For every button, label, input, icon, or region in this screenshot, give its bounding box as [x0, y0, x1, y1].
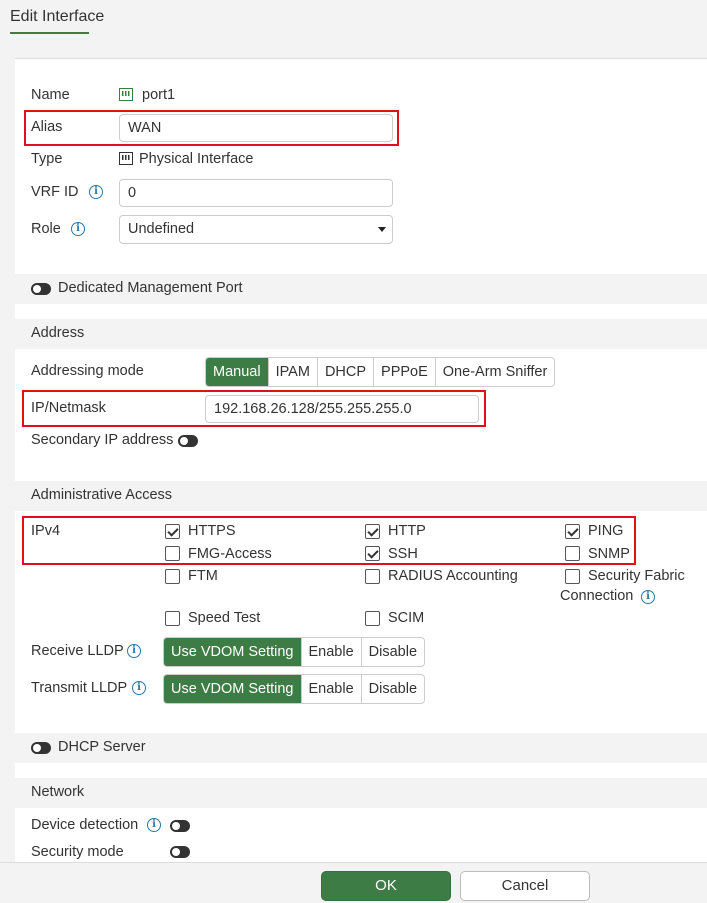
receive-lldp-label: Receive LLDP: [31, 643, 124, 659]
device-detection-toggle[interactable]: [170, 820, 190, 832]
page-title: Edit Interface: [10, 8, 105, 25]
radius-accounting-label: RADIUS Accounting: [388, 568, 518, 584]
role-select-value: Undefined: [128, 221, 195, 237]
ssh-label: SSH: [388, 546, 418, 562]
name-value: port1: [142, 87, 176, 103]
ping-label: PING: [588, 523, 624, 539]
receive-lldp-enable-button[interactable]: Enable: [300, 638, 361, 666]
type-label: Type: [31, 151, 63, 167]
dialog-header: Edit Interface: [0, 0, 707, 45]
security-fabric-checkbox[interactable]: [565, 569, 580, 584]
transmit-lldp-label: Transmit LLDP: [31, 680, 128, 696]
security-fabric-info-icon[interactable]: i: [641, 590, 655, 604]
ok-button[interactable]: OK: [321, 871, 451, 901]
mode-dhcp-button[interactable]: DHCP: [316, 358, 373, 386]
addressing-mode-selector: Manual IPAM DHCP PPPoE One-Arm Sniffer: [205, 357, 556, 387]
role-label: Role: [31, 221, 61, 237]
type-value: Physical Interface: [139, 151, 254, 167]
receive-lldp-use-vdom-button[interactable]: Use VDOM Setting: [164, 638, 301, 666]
snmp-label: SNMP: [588, 546, 630, 562]
receive-lldp-disable-button[interactable]: Disable: [360, 638, 424, 666]
fmg-access-checkbox[interactable]: [165, 546, 180, 561]
physical-interface-icon: [119, 152, 133, 165]
dhcp-server-label: DHCP Server: [58, 739, 146, 755]
scim-label: SCIM: [388, 610, 425, 626]
radius-accounting-checkbox[interactable]: [365, 569, 380, 584]
ftm-checkbox[interactable]: [165, 569, 180, 584]
dedicated-mgmt-label: Dedicated Management Port: [58, 280, 243, 296]
mode-ipam-button[interactable]: IPAM: [267, 358, 317, 386]
title-underline: [10, 32, 89, 34]
security-fabric-label-line2: Connection: [560, 588, 634, 604]
vrf-label: VRF ID: [31, 184, 79, 200]
dedicated-mgmt-toggle[interactable]: [31, 283, 51, 295]
transmit-lldp-selector: Use VDOM Setting Enable Disable: [163, 674, 426, 704]
mode-one-arm-sniffer-button[interactable]: One-Arm Sniffer: [434, 358, 554, 386]
role-select[interactable]: Undefined: [119, 215, 393, 244]
device-detection-label: Device detection: [31, 817, 139, 833]
speed-test-label: Speed Test: [188, 610, 261, 626]
ssh-checkbox[interactable]: [365, 546, 380, 561]
ftm-label: FTM: [188, 568, 218, 584]
address-section-bar: [15, 319, 707, 349]
scim-checkbox[interactable]: [365, 611, 380, 626]
transmit-lldp-enable-button[interactable]: Enable: [300, 675, 361, 703]
port-icon: [119, 88, 133, 101]
http-label: HTTP: [388, 523, 426, 539]
security-mode-toggle[interactable]: [170, 846, 190, 858]
network-section-bar: [15, 778, 707, 808]
ip-netmask-input[interactable]: 192.168.26.128/255.255.255.0: [205, 395, 479, 423]
addressing-mode-label: Addressing mode: [31, 363, 144, 379]
snmp-checkbox[interactable]: [565, 546, 580, 561]
secondary-ip-toggle[interactable]: [178, 435, 198, 447]
security-fabric-label: Security Fabric: [588, 568, 685, 584]
role-info-icon[interactable]: i: [71, 222, 85, 236]
speed-test-checkbox[interactable]: [165, 611, 180, 626]
https-checkbox[interactable]: [165, 524, 180, 539]
address-section-title: Address: [31, 325, 85, 341]
http-checkbox[interactable]: [365, 524, 380, 539]
admin-access-section-title: Administrative Access: [31, 487, 173, 503]
chevron-down-icon: [378, 227, 386, 232]
receive-lldp-selector: Use VDOM Setting Enable Disable: [163, 637, 426, 667]
transmit-lldp-info-icon[interactable]: i: [132, 681, 146, 695]
cancel-button[interactable]: Cancel: [460, 871, 590, 901]
dhcp-server-toggle[interactable]: [31, 742, 51, 754]
ip-netmask-label: IP/Netmask: [31, 400, 106, 416]
transmit-lldp-use-vdom-button[interactable]: Use VDOM Setting: [164, 675, 301, 703]
receive-lldp-info-icon[interactable]: i: [127, 644, 141, 658]
name-label: Name: [31, 87, 70, 103]
secondary-ip-label: Secondary IP address: [31, 432, 174, 448]
alias-input[interactable]: WAN: [119, 114, 393, 142]
ipv4-label: IPv4: [31, 523, 61, 539]
fmg-access-label: FMG-Access: [188, 546, 272, 562]
https-label: HTTPS: [188, 523, 236, 539]
transmit-lldp-disable-button[interactable]: Disable: [360, 675, 424, 703]
network-section-title: Network: [31, 784, 85, 800]
security-mode-label: Security mode: [31, 844, 124, 860]
ping-checkbox[interactable]: [565, 524, 580, 539]
mode-manual-button[interactable]: Manual: [206, 358, 268, 386]
vrf-info-icon[interactable]: i: [89, 185, 103, 199]
vrf-id-input[interactable]: 0: [119, 179, 393, 207]
dialog-footer: OK Cancel: [0, 862, 707, 903]
device-detection-info-icon[interactable]: i: [147, 818, 161, 832]
alias-label: Alias: [31, 119, 63, 135]
mode-pppoe-button[interactable]: PPPoE: [373, 358, 435, 386]
